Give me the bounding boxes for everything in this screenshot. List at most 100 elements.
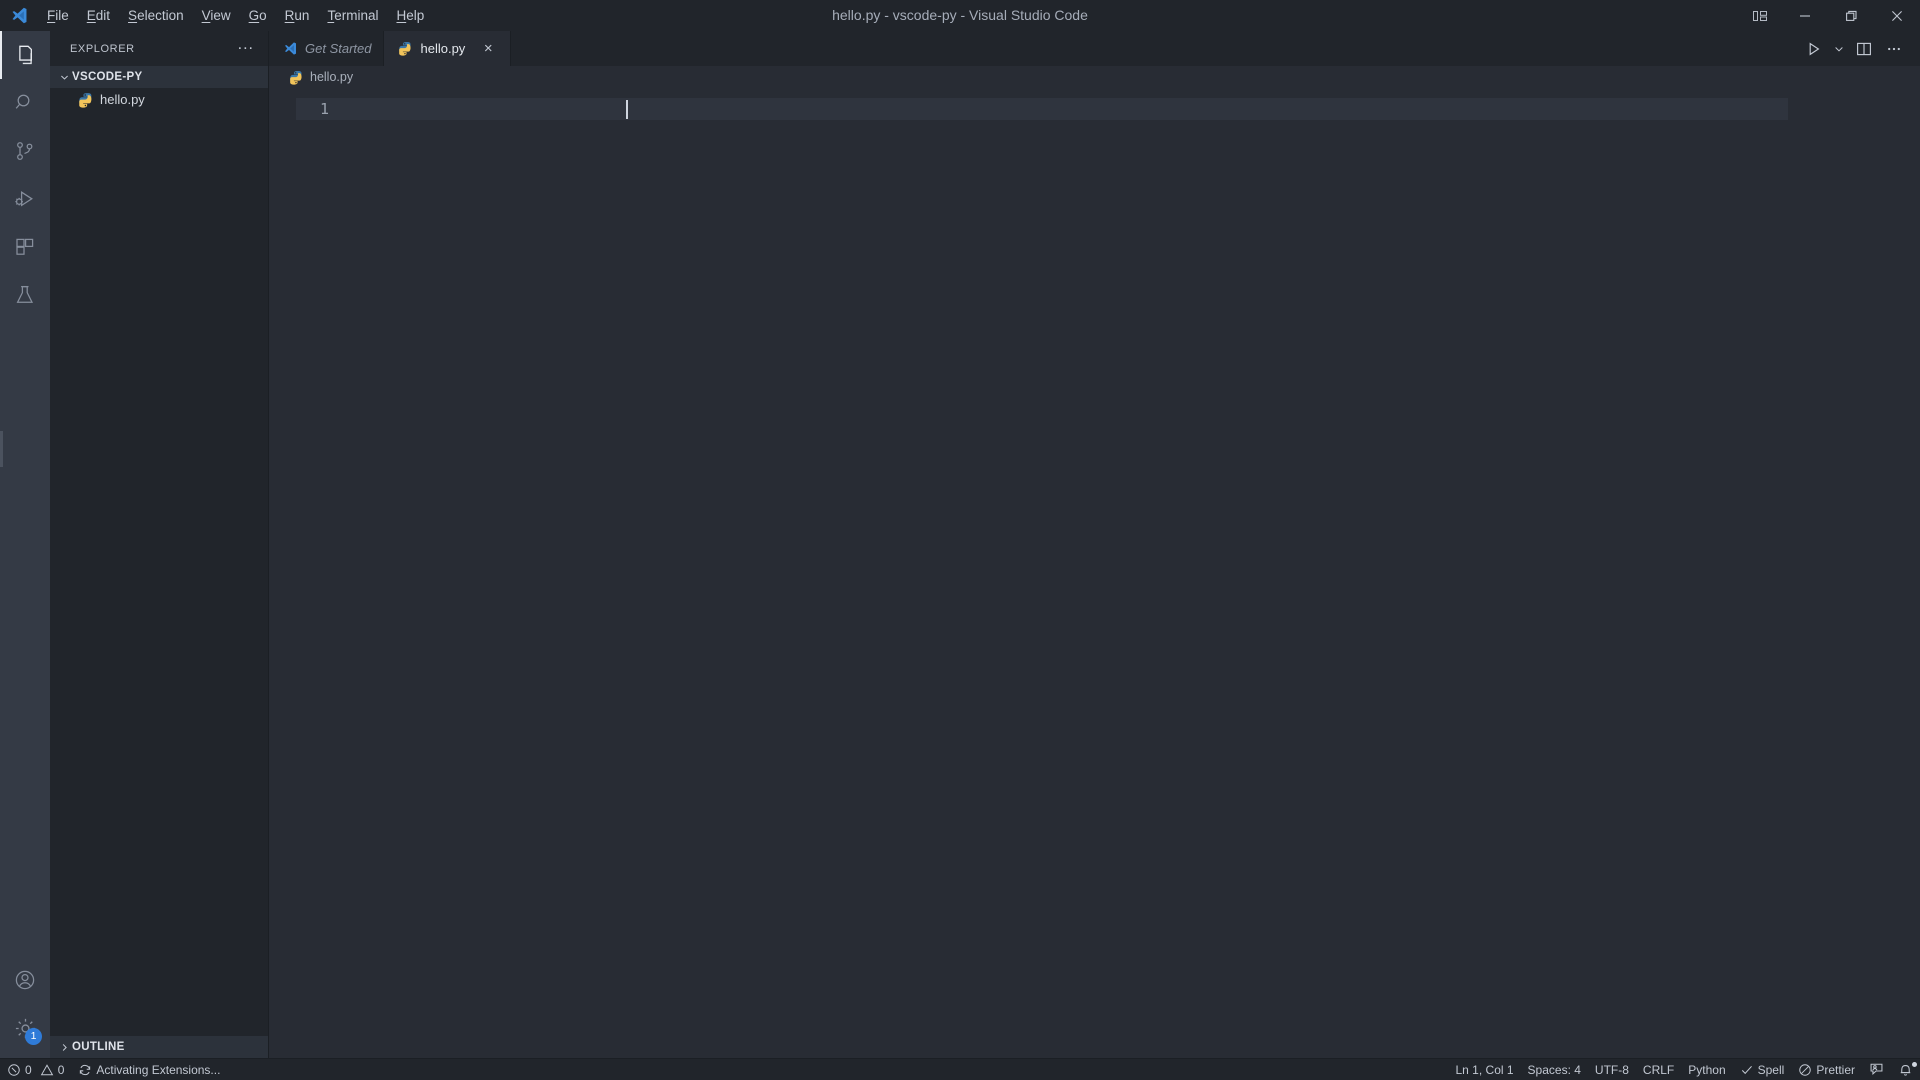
explorer-file-hello-py[interactable]: hello.py xyxy=(50,88,268,111)
feedback-icon xyxy=(1869,1062,1884,1077)
notification-dot xyxy=(1912,1061,1917,1067)
chevron-down-icon[interactable] xyxy=(1830,35,1848,63)
bell-dot-icon xyxy=(1898,1062,1913,1077)
spell-checker-label: Spell xyxy=(1757,1062,1785,1077)
status-bar-right: Ln 1, Col 1 Spaces: 4 UTF-8 CRLF Python … xyxy=(1449,1059,1920,1080)
breadcrumb[interactable]: hello.py xyxy=(269,66,1920,88)
line-number: 1 xyxy=(319,100,329,118)
activating-extensions-label: Activating Extensions... xyxy=(96,1062,221,1077)
sidebar-explorer: EXPLORER ... VSCODE-PY hello.py OUTLINE xyxy=(50,31,269,1058)
tab-close-icon[interactable]: × xyxy=(478,39,498,59)
activity-item-run-debug[interactable] xyxy=(0,175,50,223)
menu-bar: File Edit Selection View Go Run Terminal… xyxy=(38,0,433,31)
check-icon xyxy=(1740,1063,1754,1077)
activity-item-search[interactable] xyxy=(0,79,50,127)
eol-label: CRLF xyxy=(1642,1062,1675,1077)
status-prettier[interactable]: Prettier xyxy=(1791,1059,1862,1080)
sidebar-more-actions-icon[interactable]: ... xyxy=(232,37,260,57)
text-cursor xyxy=(626,100,628,119)
encoding-label: UTF-8 xyxy=(1594,1062,1629,1077)
search-icon xyxy=(13,91,37,115)
outline-section-header[interactable]: OUTLINE xyxy=(50,1036,268,1058)
status-notifications[interactable] xyxy=(1891,1059,1920,1080)
status-indentation[interactable]: Spaces: 4 xyxy=(1521,1059,1588,1080)
menu-run[interactable]: Run xyxy=(276,0,319,31)
status-activating-extensions[interactable]: Activating Extensions... xyxy=(71,1059,227,1080)
activity-item-testing[interactable] xyxy=(0,271,50,319)
status-editor-position[interactable]: Ln 1, Col 1 xyxy=(1449,1059,1521,1080)
indentation-label: Spaces: 4 xyxy=(1527,1062,1581,1077)
editor-tabs-bar: Get Started hello.py × xyxy=(269,31,1920,66)
python-file-icon xyxy=(78,92,94,108)
circle-slash-icon xyxy=(1798,1063,1812,1077)
vscode-logo-icon xyxy=(283,41,298,56)
status-feedback[interactable] xyxy=(1862,1059,1891,1080)
tab-get-started[interactable]: Get Started xyxy=(269,31,385,66)
account-icon xyxy=(13,968,37,992)
tab-label: Get Started xyxy=(305,41,372,56)
activity-item-extensions[interactable] xyxy=(0,223,50,271)
error-count: 0 xyxy=(25,1062,32,1077)
chevron-down-icon xyxy=(56,72,72,83)
vscode-window: File Edit Selection View Go Run Terminal… xyxy=(0,0,1920,1080)
outline-label: OUTLINE xyxy=(72,1041,125,1053)
customize-layout-icon[interactable] xyxy=(1738,0,1782,31)
python-file-icon xyxy=(289,70,304,85)
prettier-label: Prettier xyxy=(1816,1062,1855,1077)
activity-bar: 1 xyxy=(0,31,50,1058)
tab-label: hello.py xyxy=(420,41,466,56)
source-control-icon xyxy=(13,139,37,163)
menu-view[interactable]: View xyxy=(193,0,240,31)
editor-group: Get Started hello.py × hello.py 1 xyxy=(269,31,1920,1058)
explorer-folder-header[interactable]: VSCODE-PY xyxy=(50,66,268,88)
menu-file[interactable]: File xyxy=(38,0,78,31)
maximize-button[interactable] xyxy=(1828,0,1874,31)
activity-item-source-control[interactable] xyxy=(0,127,50,175)
menu-selection[interactable]: Selection xyxy=(119,0,193,31)
explorer-file-label: hello.py xyxy=(100,92,145,107)
breadcrumb-path: hello.py xyxy=(310,70,354,84)
sidebar-title: EXPLORER xyxy=(70,42,135,55)
window-controls xyxy=(1738,0,1920,31)
status-bar: 0 0 Activating Extensions... Ln 1, Col 1 xyxy=(0,1058,1920,1080)
chevron-right-icon xyxy=(56,1042,72,1053)
warning-icon xyxy=(40,1063,54,1077)
language-mode-label: Python xyxy=(1688,1062,1726,1077)
menu-help[interactable]: Help xyxy=(387,0,433,31)
status-encoding[interactable]: UTF-8 xyxy=(1588,1059,1636,1080)
editor-actions xyxy=(1800,31,1920,66)
python-file-icon xyxy=(398,41,413,56)
workbench-body: 1 EXPLORER ... VSCODE-PY hello.py OUTLIN… xyxy=(0,31,1920,1058)
status-spell-checker[interactable]: Spell xyxy=(1733,1059,1792,1080)
extensions-icon xyxy=(13,235,37,259)
activity-item-manage[interactable]: 1 xyxy=(0,1004,50,1052)
activity-item-accounts[interactable] xyxy=(0,956,50,1004)
tab-hello-py[interactable]: hello.py × xyxy=(384,31,512,66)
menu-go[interactable]: Go xyxy=(240,0,276,31)
menu-terminal[interactable]: Terminal xyxy=(318,0,387,31)
status-eol[interactable]: CRLF xyxy=(1636,1059,1681,1080)
active-line-highlight xyxy=(296,98,1788,120)
split-editor-icon[interactable] xyxy=(1850,35,1878,63)
close-button[interactable] xyxy=(1874,0,1920,31)
run-python-file-icon[interactable] xyxy=(1800,35,1828,63)
explorer-folder-name: VSCODE-PY xyxy=(72,71,143,83)
status-problems[interactable]: 0 0 xyxy=(0,1059,71,1080)
title-bar: File Edit Selection View Go Run Terminal… xyxy=(0,0,1920,31)
explorer-file-tree: hello.py xyxy=(50,88,268,1036)
manage-badge: 1 xyxy=(25,1028,42,1045)
sync-spin-icon xyxy=(78,1063,92,1077)
editor-position-label: Ln 1, Col 1 xyxy=(1455,1062,1514,1077)
run-debug-icon xyxy=(13,187,37,211)
status-language-mode[interactable]: Python xyxy=(1681,1059,1732,1080)
activity-bar-scroll-indicator xyxy=(0,431,3,467)
beaker-icon xyxy=(13,283,37,307)
more-actions-icon[interactable] xyxy=(1880,35,1908,63)
sidebar-header: EXPLORER ... xyxy=(50,31,268,66)
minimize-button[interactable] xyxy=(1782,0,1828,31)
vscode-logo-icon xyxy=(0,0,38,31)
activity-item-explorer[interactable] xyxy=(0,31,50,79)
menu-edit[interactable]: Edit xyxy=(78,0,119,31)
warning-count: 0 xyxy=(57,1062,65,1077)
code-editor[interactable]: 1 xyxy=(269,88,1920,1058)
